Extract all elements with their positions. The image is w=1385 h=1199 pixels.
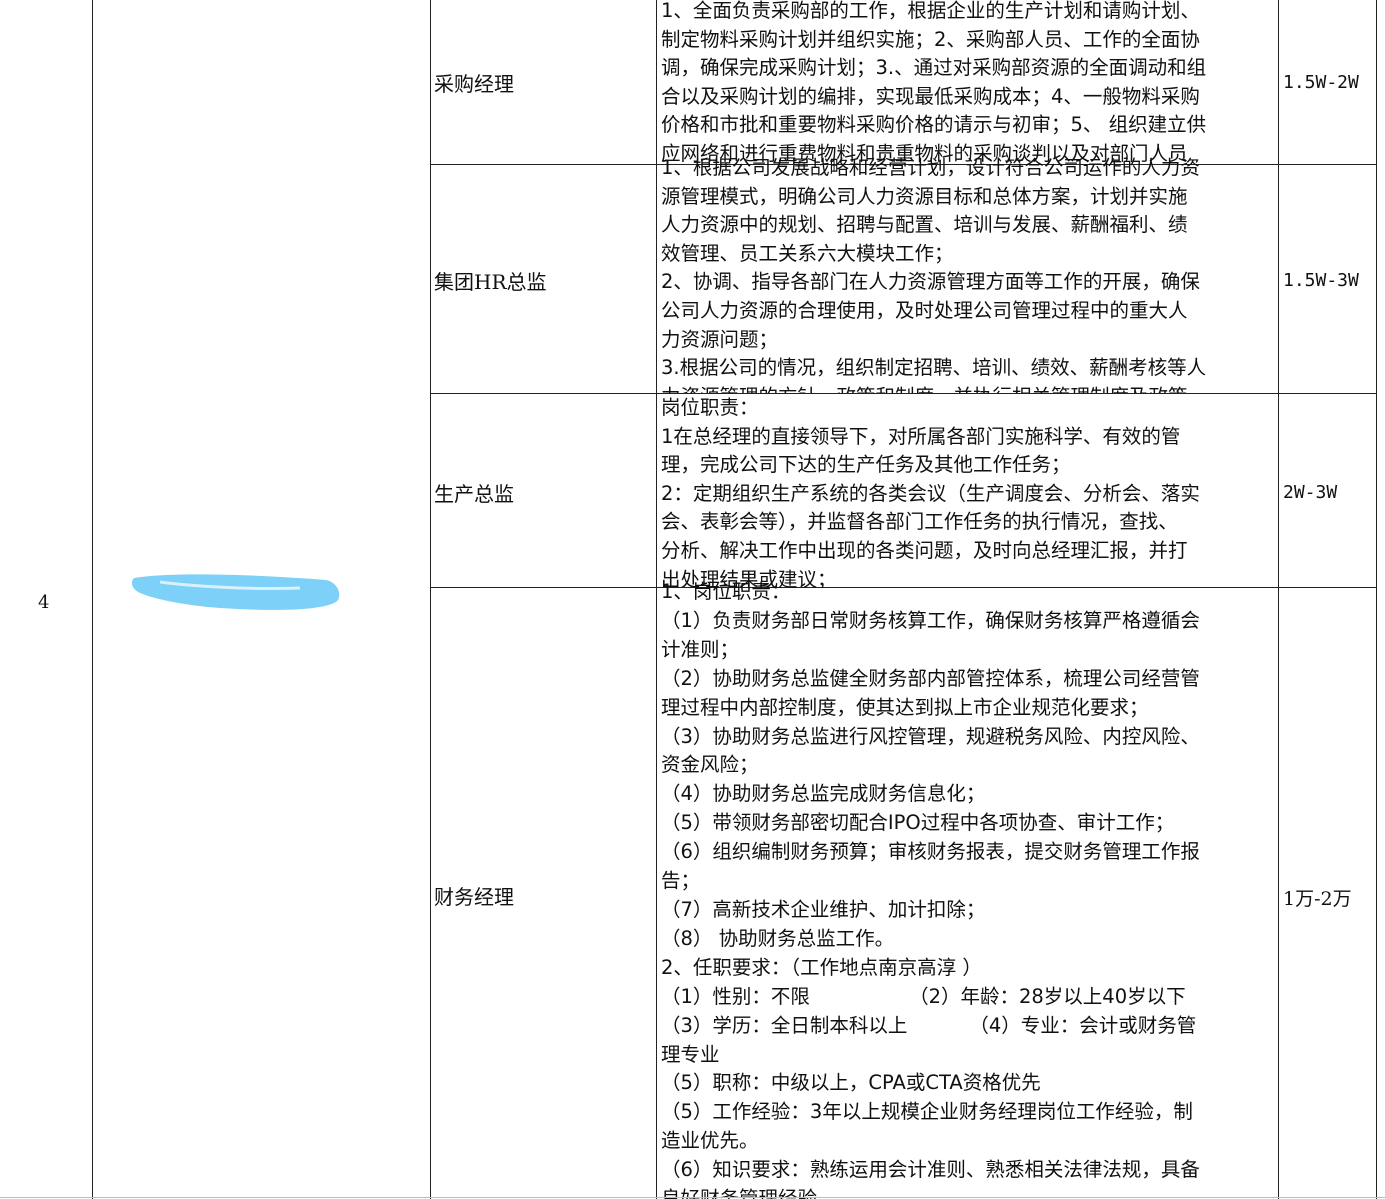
position-title: 财务经理 <box>434 885 514 909</box>
duty-line: （4）协助财务总监完成财务信息化； <box>661 782 986 806</box>
duty-line: 造业优先。 <box>661 1129 759 1153</box>
duty-line: 1、全面负责采购部的工作，根据企业的生产计划和请购计划、 <box>661 0 1200 22</box>
duty-line: 理，完成公司下达的生产任务及其他工作任务； <box>661 453 1071 477</box>
duty-line: （1）性别：不限 （2）年龄：28岁以上40岁以下 <box>661 984 1186 1008</box>
table-bottom-border <box>0 1197 1385 1198</box>
duty-line: 2：定期组织生产系统的各类会议（生产调度会、分析会、落实 <box>661 481 1200 505</box>
duty-line: 告； <box>661 869 701 893</box>
row-index: 4 <box>38 592 50 613</box>
duty-line: 资金风险； <box>661 753 759 777</box>
duty-line: 1在总经理的直接领导下，对所属各部门实施科学、有效的管 <box>661 424 1181 448</box>
duty-line: （5）职称：中级以上，CPA或CTA资格优先 <box>661 1071 1041 1095</box>
duty-line: （3）协助财务总监进行风控管理，规避税务风险、内控风险、 <box>661 724 1200 748</box>
duty-line: 2、任职要求：（工作地点南京高淳 ） <box>661 955 982 979</box>
duty-description: 1、根据公司发展战略和经营计划，设计符合公司运作的人力资 源管理模式，明确公司人… <box>661 154 1275 393</box>
column-divider <box>92 0 93 1199</box>
duty-line: （1）负责财务部日常财务核算工作，确保财务核算严格遵循会 <box>661 608 1200 632</box>
duty-line: 计准则； <box>661 637 740 661</box>
duty-line: 人力资源中的规划、招聘与配置、培训与发展、薪酬福利、绩 <box>661 213 1188 237</box>
column-divider <box>1376 0 1377 1199</box>
duty-line: （7）高新技术企业维护、加计扣除； <box>661 897 986 921</box>
duty-line: 岗位职责： <box>661 396 759 419</box>
duty-line: 调，确保完成采购计划；3.、通过对采购部资源的全面调动和组 <box>661 56 1207 80</box>
redaction-mark <box>131 574 340 610</box>
duty-line: 理专业 <box>661 1042 720 1066</box>
duty-line: 价格和市批和重要物料采购价格的请示与初审；5、 组织建立供 <box>661 113 1207 137</box>
duty-line: 分析、解决工作中出现的各类问题，及时向总经理汇报，并打 <box>661 538 1188 562</box>
position-title: 采购经理 <box>434 72 514 96</box>
salary-range: 1.5W-2W <box>1283 72 1359 93</box>
duty-line: （5）带领财务部密切配合IPO过程中各项协查、审计工作； <box>661 811 1175 835</box>
duty-line: 力资源管理的方针、政策和制度，并执行相关管理制度及政策 <box>661 383 1275 393</box>
duty-line: （6）组织编制财务预算；审核财务报表，提交财务管理工作报 <box>661 840 1200 864</box>
column-divider <box>430 0 431 1199</box>
column-divider <box>656 0 657 1199</box>
duty-line: 3.根据公司的情况，组织制定招聘、培训、绩效、薪酬考核等人 <box>661 356 1207 380</box>
position-title: 集团HR总监 <box>434 270 547 294</box>
duty-line: 源管理模式，明确公司人力资源目标和总体方案，计划并实施 <box>661 184 1188 208</box>
duty-line: 1、岗位职责： <box>661 580 791 603</box>
duty-line: 会、表彰会等），并监督各部门工作任务的执行情况，查找、 <box>661 510 1178 534</box>
duty-line: 理过程中内部控制度，使其达到拟上市企业规范化要求； <box>661 695 1149 719</box>
duty-line: 效管理、员工关系六大模块工作； <box>661 241 954 265</box>
duty-line: 力资源问题； <box>661 327 779 351</box>
duty-line: 1、根据公司发展战略和经营计划，设计符合公司运作的人力资 <box>661 156 1200 179</box>
duty-line: 公司人力资源的合理使用，及时处理公司管理过程中的重大人 <box>661 298 1188 322</box>
duty-line: （3）学历：全日制本科以上 （4）专业：会计或财务管 <box>661 1013 1197 1037</box>
duty-line: 合以及采购计划的编排，实现最低采购成本；4、一般物料采购 <box>661 84 1200 108</box>
column-divider <box>1278 0 1279 1199</box>
duty-line: （5）工作经验：3年以上规模企业财务经理岗位工作经验，制 <box>661 1100 1193 1124</box>
duty-line: （2）协助财务总监健全财务部内部管控体系，梳理公司经营管 <box>661 666 1200 690</box>
salary-range: 1万-2万 <box>1283 888 1352 910</box>
duty-description: 岗位职责： 1在总经理的直接领导下，对所属各部门实施科学、有效的管 理，完成公司… <box>661 394 1275 588</box>
job-table: 4 采购经理 1、全面负责采购部的工作，根据企业的生产计划和请购计划、 制定物料… <box>0 0 1385 1199</box>
position-title: 生产总监 <box>434 482 514 506</box>
duty-description: 1、岗位职责： （1）负责财务部日常财务核算工作，确保财务核算严格遵循会 计准则… <box>661 578 1275 1199</box>
salary-range: 1.5W-3W <box>1283 270 1359 291</box>
duty-description: 1、全面负责采购部的工作，根据企业的生产计划和请购计划、 制定物料采购计划并组织… <box>661 0 1275 164</box>
salary-range: 2W-3W <box>1283 482 1338 503</box>
duty-line: （8） 协助财务总监工作。 <box>661 926 895 950</box>
duty-line: 制定物料采购计划并组织实施；2、采购部人员、工作的全面协 <box>661 27 1200 51</box>
duty-line: （6）知识要求：熟练运用会计准则、熟悉相关法律法规，具备 <box>661 1158 1200 1182</box>
duty-line: 2、协调、指导各部门在人力资源管理方面等工作的开展，确保 <box>661 270 1200 294</box>
